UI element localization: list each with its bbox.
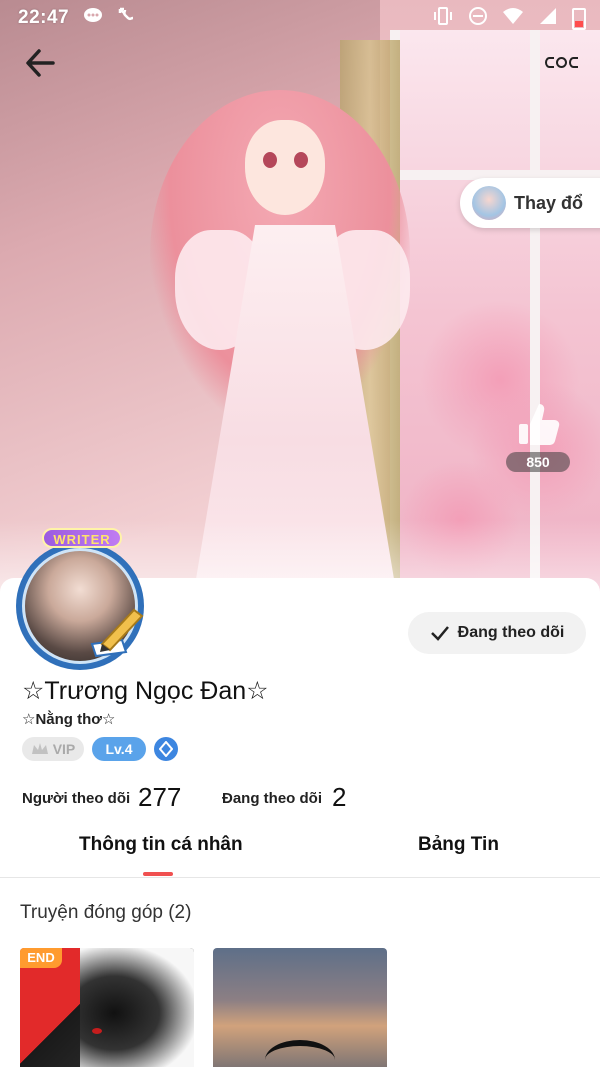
followers-label[interactable]: Người theo dõi [22,790,130,807]
tab-personal-info[interactable]: Thông tin cá nhân [79,834,243,856]
chat-notification-icon [83,7,103,30]
pen-icon [90,608,144,658]
diamond-badge[interactable] [154,737,178,761]
crown-icon [31,743,48,754]
profile-cover-image [0,0,600,600]
outfit-avatar-icon [472,186,506,220]
followers-count[interactable]: 277 [138,782,181,813]
like-count: 850 [506,452,570,472]
follow-stats: Người theo dõi 277 Đang theo dõi 2 [22,782,582,814]
following-label: Đang theo dõi [457,624,565,641]
more-icon [545,56,554,68]
contributions-title: Truyện đóng góp (2) [20,902,192,923]
following-stat-label[interactable]: Đang theo dõi [222,790,322,807]
story-card[interactable] [213,948,387,1067]
more-options-button[interactable] [545,48,578,76]
change-cover-button[interactable]: Thay đổ [460,178,600,228]
back-button[interactable] [18,40,64,86]
following-count[interactable]: 2 [332,782,346,813]
following-button[interactable]: Đang theo dõi [408,612,586,654]
vip-badge[interactable]: VIP [22,737,84,761]
wifi-icon [502,7,524,31]
arrow-left-icon [26,49,55,77]
tab-news-feed[interactable]: Bảng Tin [418,834,499,856]
status-bar: 22:47 [0,0,600,36]
badge-row: VIP Lv.4 [22,737,178,761]
battery-icon [572,8,586,30]
avatar[interactable]: WRITER [4,528,160,670]
do-not-disturb-icon [468,6,488,32]
signal-icon [538,6,558,32]
writer-badge: WRITER [42,528,122,548]
profile-name: ☆Trương Ngọc Đan☆ [22,677,269,705]
check-icon [430,626,449,641]
status-time: 22:47 [18,7,70,28]
change-cover-label: Thay đổ [514,192,584,213]
vip-label: VIP [52,741,76,757]
vibrate-icon [432,6,454,32]
diamond-icon [159,741,173,757]
level-badge[interactable]: Lv.4 [92,737,146,761]
thumbs-up-icon [519,404,560,445]
end-badge: END [20,948,62,968]
profile-tabs: Thông tin cá nhân Bảng Tin [0,828,600,878]
story-card[interactable]: END [20,948,194,1067]
active-tab-indicator [143,872,173,876]
profile-bio: ☆Nằng thơ☆ [22,711,116,728]
like-button[interactable]: 850 [506,400,570,474]
missed-call-icon [117,6,137,31]
